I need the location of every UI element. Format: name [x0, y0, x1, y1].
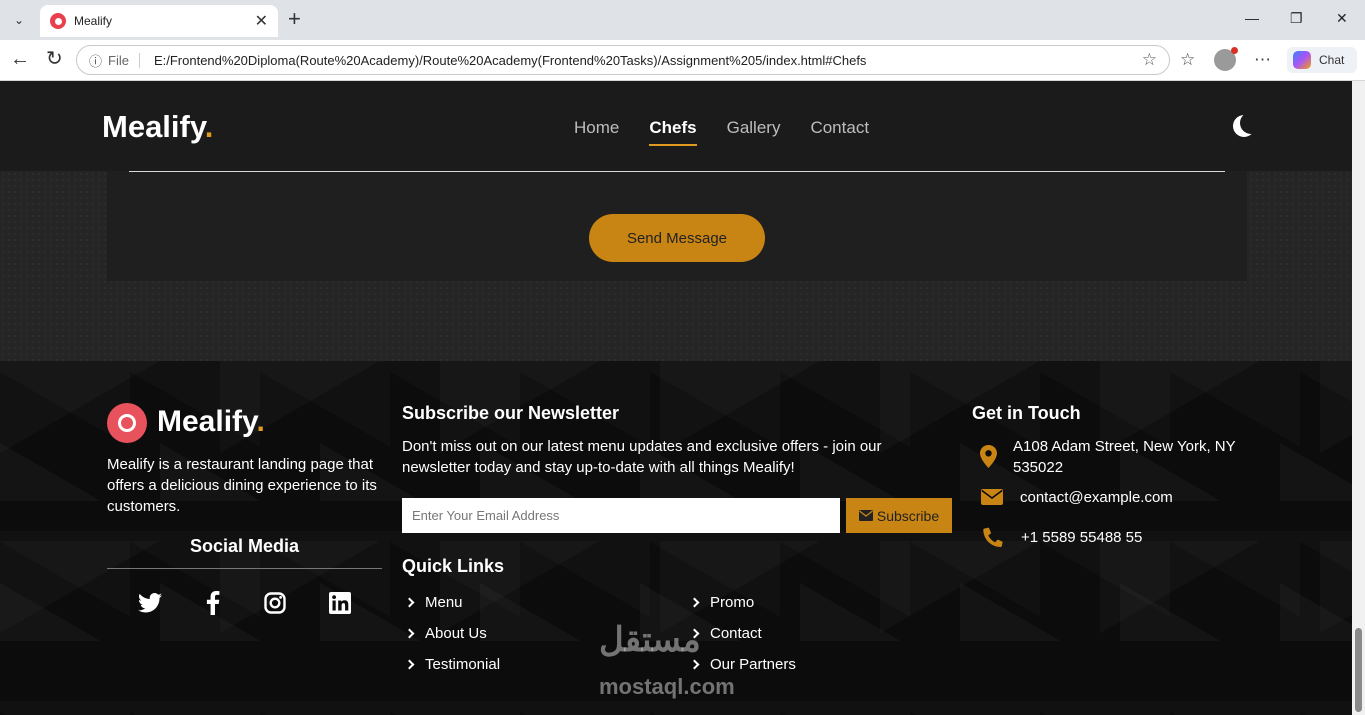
- watermark-arabic: مستقل: [599, 621, 701, 659]
- main-nav: Home Chefs Gallery Contact: [574, 118, 869, 146]
- chevron-right-icon: [689, 659, 700, 670]
- site-logo[interactable]: Mealify.: [102, 109, 213, 145]
- footer-brand-dot: .: [256, 405, 265, 438]
- newsletter-title: Subscribe our Newsletter: [402, 403, 620, 423]
- restore-icon[interactable]: ❐: [1290, 10, 1303, 27]
- get-in-touch-title: Get in Touch: [972, 403, 1081, 423]
- quick-link-about-us[interactable]: About Us: [404, 625, 487, 642]
- envelope-icon: [981, 489, 1003, 505]
- contact-phone[interactable]: +1 5589 55488 55: [1021, 527, 1142, 548]
- address-bar-row: ← ↻ ⓘ File E:/Frontend%20Diploma(Route%2…: [0, 40, 1365, 81]
- site-header: Mealify. Home Chefs Gallery Contact: [0, 81, 1352, 171]
- minimize-icon[interactable]: —: [1245, 10, 1259, 26]
- contact-address: A108 Adam Street, New York, NY 535022: [1013, 438, 1236, 476]
- facebook-icon[interactable]: [200, 591, 226, 615]
- reload-icon[interactable]: ↻: [46, 49, 63, 69]
- info-icon[interactable]: ⓘ: [89, 51, 102, 70]
- chevron-right-icon: [689, 597, 700, 608]
- contact-section: Send Message: [0, 171, 1352, 361]
- copilot-icon: [1293, 51, 1311, 69]
- new-tab-icon[interactable]: +: [288, 8, 301, 30]
- quick-link-label: Our Partners: [710, 656, 796, 673]
- quick-link-label: Testimonial: [425, 656, 501, 673]
- watermark-latin: mostaql.com: [599, 674, 735, 699]
- linkedin-icon[interactable]: [327, 591, 353, 615]
- newsletter-email-input[interactable]: [402, 498, 840, 533]
- favorites-icon[interactable]: ☆: [1180, 50, 1195, 70]
- tab-title: Mealify: [74, 14, 113, 28]
- dark-mode-moon-icon[interactable]: [1240, 112, 1262, 134]
- close-window-icon[interactable]: ✕: [1336, 10, 1348, 27]
- footer-description: Mealify is a restaurant landing page tha…: [107, 456, 377, 515]
- quick-link-our-partners[interactable]: Our Partners: [689, 656, 796, 673]
- url-text[interactable]: E:/Frontend%20Diploma(Route%20Academy)/R…: [154, 53, 1142, 68]
- social-divider: [107, 568, 382, 569]
- contact-email[interactable]: contact@example.com: [1020, 487, 1173, 508]
- site-footer: Mealify. Mealify is a restaurant landing…: [0, 361, 1352, 715]
- nav-gallery[interactable]: Gallery: [727, 118, 781, 146]
- quick-link-menu[interactable]: Menu: [404, 594, 463, 611]
- file-label: File: [108, 52, 140, 68]
- quick-link-label: About Us: [425, 625, 487, 642]
- browser-tab[interactable]: Mealify ✕: [40, 5, 278, 37]
- social-media-title: Social Media: [189, 536, 300, 556]
- footer-brand: Mealify.: [157, 405, 265, 439]
- brand-name: Mealify: [102, 109, 205, 144]
- quick-link-contact[interactable]: Contact: [689, 625, 762, 642]
- page-scrollbar[interactable]: [1352, 81, 1365, 715]
- tab-list-icon[interactable]: ⌄: [6, 7, 32, 33]
- contact-form: Send Message: [107, 171, 1247, 281]
- send-message-button[interactable]: Send Message: [589, 214, 765, 262]
- chat-button[interactable]: Chat: [1287, 47, 1357, 73]
- location-pin-icon: [980, 445, 997, 468]
- chat-label: Chat: [1319, 53, 1345, 67]
- omnibox[interactable]: ⓘ File E:/Frontend%20Diploma(Route%20Aca…: [76, 45, 1170, 75]
- brand-dot: .: [204, 109, 214, 144]
- quick-link-label: Contact: [710, 625, 762, 642]
- quick-link-promo[interactable]: Promo: [689, 594, 755, 611]
- chevron-right-icon: [404, 628, 415, 639]
- instagram-icon[interactable]: [262, 591, 288, 615]
- phone-icon: [983, 527, 1003, 547]
- back-icon[interactable]: ←: [10, 49, 30, 69]
- nav-chefs[interactable]: Chefs: [649, 118, 697, 146]
- nav-contact[interactable]: Contact: [810, 118, 869, 146]
- subscribe-button[interactable]: Subscribe: [846, 498, 952, 533]
- bookmark-star-icon[interactable]: ☆: [1142, 50, 1157, 70]
- quick-links-title: Quick Links: [402, 556, 505, 576]
- subscribe-label: Subscribe: [876, 507, 940, 524]
- scrollbar-thumb[interactable]: [1355, 628, 1362, 712]
- profile-avatar[interactable]: [1214, 47, 1238, 71]
- more-menu-icon[interactable]: ⋯: [1254, 50, 1271, 70]
- envelope-icon: [858, 510, 873, 521]
- chevron-right-icon: [404, 659, 415, 670]
- quick-link-label: Promo: [710, 594, 755, 611]
- chevron-right-icon: [404, 597, 415, 608]
- nav-home[interactable]: Home: [574, 118, 619, 146]
- favicon-icon: [50, 13, 66, 29]
- twitter-icon[interactable]: [137, 591, 163, 615]
- message-field-underline[interactable]: [129, 171, 1225, 172]
- close-tab-icon[interactable]: ✕: [255, 11, 268, 31]
- newsletter-text: Don't miss out on our latest menu update…: [402, 438, 882, 476]
- quick-link-testimonial[interactable]: Testimonial: [404, 656, 501, 673]
- footer-brand-name: Mealify: [157, 405, 257, 438]
- footer-logo-icon: [107, 403, 147, 443]
- quick-link-label: Menu: [425, 594, 463, 611]
- browser-tab-bar: ⌄ Mealify ✕ + — ❐ ✕: [0, 0, 1365, 40]
